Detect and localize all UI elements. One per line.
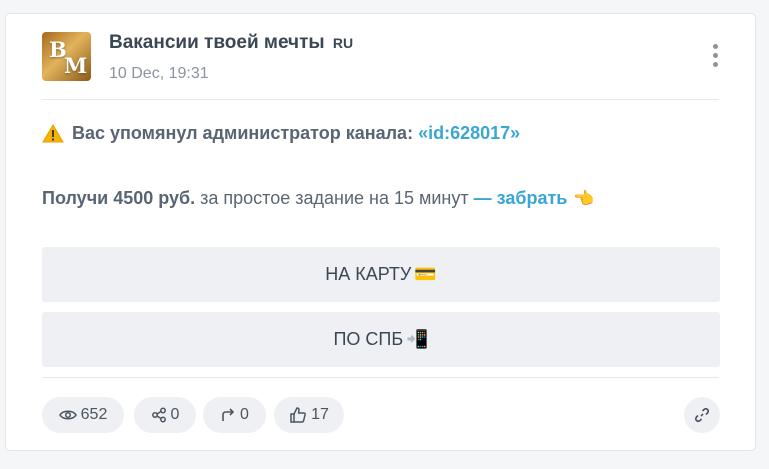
shares-counter[interactable]: 0 (134, 397, 196, 433)
post-card: В М Вакансии твоей мечты RU 10 Dec, 19:3… (5, 13, 756, 451)
channel-country-flag: RU (332, 35, 354, 51)
forwards-counter[interactable]: 0 (203, 397, 266, 433)
offer-link[interactable]: — забрать (474, 188, 568, 208)
share-icon (151, 407, 166, 423)
to-card-button-label: НА КАРТУ (325, 264, 412, 284)
link-icon (694, 407, 710, 423)
more-vertical-icon[interactable] (709, 44, 723, 70)
channel-avatar[interactable]: В М (42, 32, 91, 81)
pointing-hand-icon: 👈 (573, 189, 595, 208)
forwards-count: 0 (240, 406, 249, 423)
mobile-arrow-icon: 📲 (406, 329, 429, 349)
offer-bold-text: Получи 4500 руб. (42, 188, 196, 208)
via-sbp-button[interactable]: ПО СПБ 📲 (42, 312, 720, 367)
avatar-letter-2: М (64, 53, 88, 78)
mention-link[interactable]: «id:628017» (418, 123, 520, 143)
post-timestamp: 10 Dec, 19:31 (109, 65, 209, 82)
post-header: В М Вакансии твоей мечты RU 10 Dec, 19:3… (42, 30, 719, 100)
offer-line: Получи 4500 руб. за простое задание на 1… (42, 188, 595, 209)
views-count: 652 (80, 406, 108, 423)
offer-text: за простое задание на 15 минут (195, 188, 474, 208)
eye-icon (58, 410, 77, 420)
reactions-counter[interactable]: 17 (274, 397, 344, 433)
copy-link-button[interactable] (684, 397, 720, 433)
mention-line: Вас упомянул администратор канала: «id:6… (42, 123, 520, 144)
channel-name-text: Вакансии твоей мечты (109, 32, 325, 53)
shares-count: 0 (170, 406, 180, 423)
footer-divider (42, 377, 719, 378)
mention-text: Вас упомянул администратор канала: (72, 123, 419, 143)
channel-name[interactable]: Вакансии твоей мечты RU (109, 32, 353, 54)
reactions-count: 17 (311, 406, 329, 423)
thumbs-up-icon (290, 407, 306, 423)
via-sbp-button-label: ПО СПБ (333, 329, 404, 349)
warning-icon (42, 124, 64, 143)
to-card-button[interactable]: НА КАРТУ 💳 (42, 247, 720, 302)
forward-icon (222, 408, 235, 421)
views-counter[interactable]: 652 (42, 397, 124, 433)
credit-card-icon: 💳 (414, 264, 437, 284)
